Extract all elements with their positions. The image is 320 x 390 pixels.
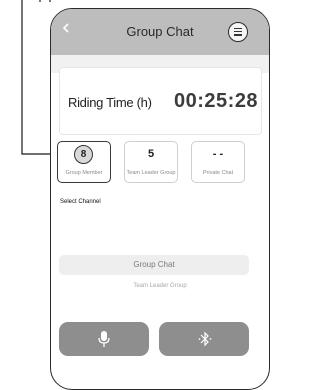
menu-button[interactable] [228, 22, 248, 42]
bluetooth-button[interactable] [159, 322, 249, 356]
team-leader-group-label: Team Leader Group [126, 170, 176, 176]
riding-time-card: Riding Time (h) 00:25:28 [59, 67, 262, 135]
channel-option-group-chat[interactable]: Group Chat [59, 255, 249, 275]
group-member-count: 8 [74, 145, 93, 164]
private-chat-count: - - [212, 148, 224, 160]
riding-time-label: Riding Time (h) [68, 95, 152, 110]
app-header: Group Chat [51, 9, 269, 55]
bluetooth-icon [198, 331, 212, 347]
group-member-tile[interactable]: 8 Group Member [57, 141, 111, 183]
select-channel-label: Select Channel [60, 199, 101, 205]
hamburger-menu-icon [234, 28, 242, 36]
private-chat-label: Private Chat [202, 170, 234, 176]
phone-screen: Group Chat Riding Time (h) 00:25:28 8 Gr… [50, 8, 270, 390]
channel-option-team-leader-group[interactable]: Team Leader Group [51, 283, 269, 289]
microphone-icon [98, 331, 110, 347]
private-chat-tile[interactable]: - - Private Chat [191, 141, 245, 183]
microphone-button[interactable] [59, 322, 149, 356]
group-member-label: Group Member [65, 170, 103, 176]
riding-time-value: 00:25:28 [174, 90, 259, 112]
team-leader-group-count: 5 [147, 148, 155, 160]
team-leader-group-tile[interactable]: 5 Team Leader Group [124, 141, 178, 183]
